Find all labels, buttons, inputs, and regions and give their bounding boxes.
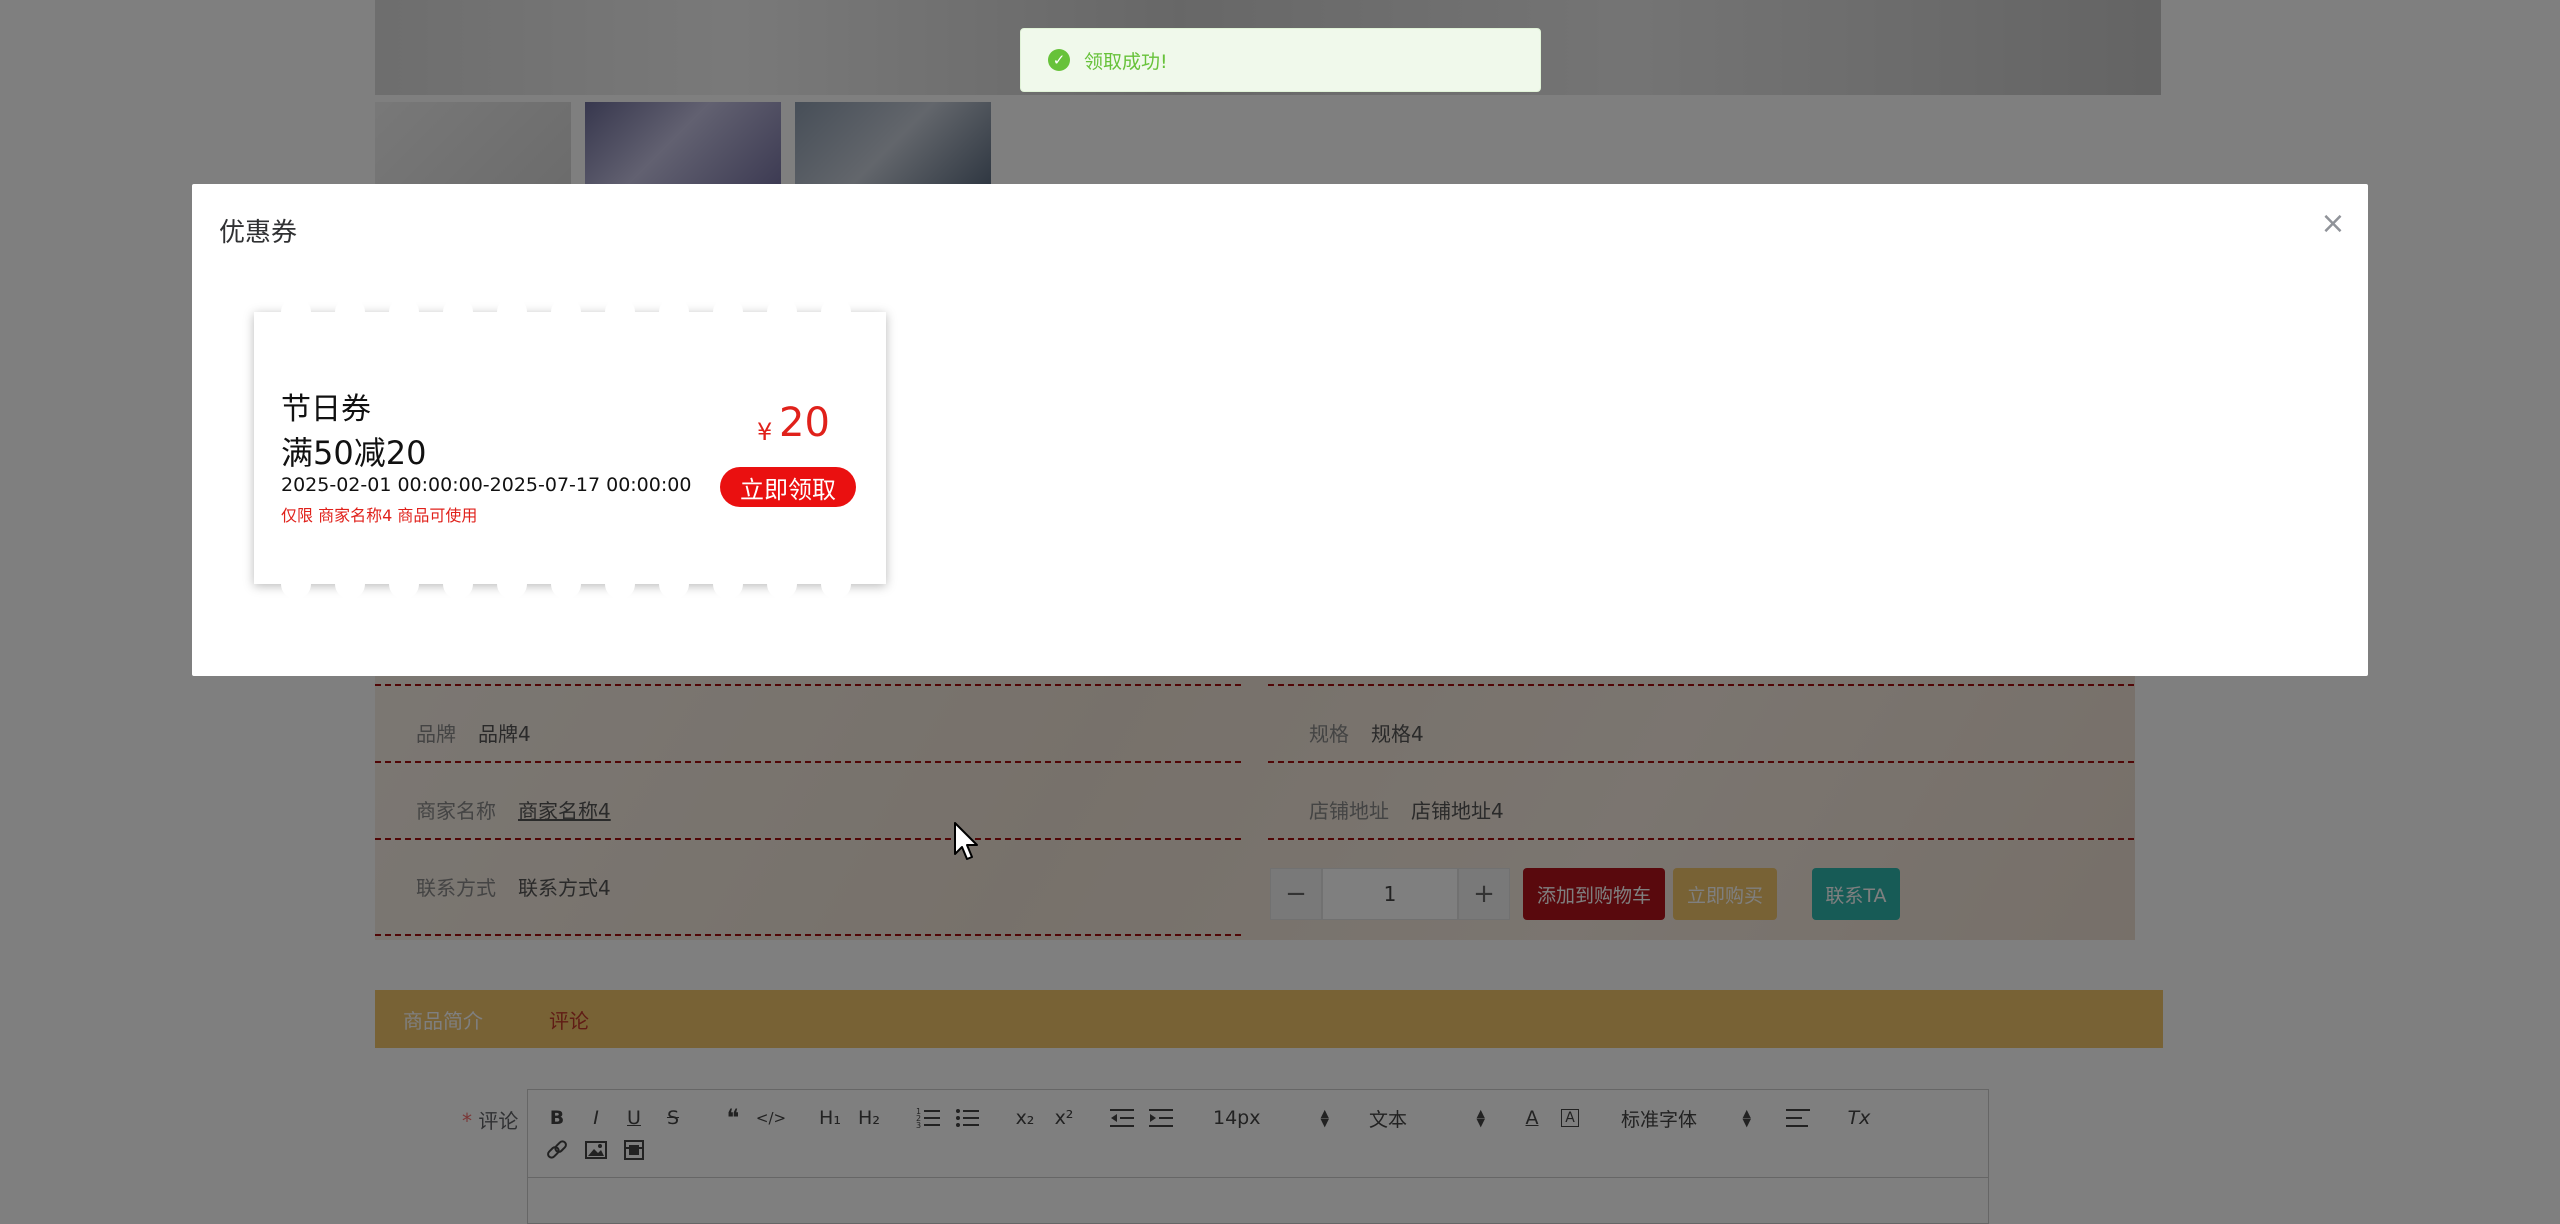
- coupon-notch: [821, 569, 851, 599]
- coupon-notch: [335, 297, 365, 327]
- coupon-notch: [767, 297, 797, 327]
- coupon-notch: [659, 569, 689, 599]
- coupon-notch: [389, 569, 419, 599]
- coupon-restriction: 仅限 商家名称4 商品可使用: [281, 506, 478, 525]
- coupon-rule: 满50减20: [281, 434, 427, 472]
- coupon-currency: ¥: [757, 418, 773, 446]
- coupon-validity: 2025-02-01 00:00:00-2025-07-17 00:00:00: [281, 474, 692, 496]
- coupon-notch: [551, 297, 581, 327]
- coupon-notch: [659, 297, 689, 327]
- mouse-cursor-icon: [954, 822, 980, 866]
- coupon-notch: [605, 569, 635, 599]
- coupon-notch: [605, 297, 635, 327]
- coupon-notch: [551, 569, 581, 599]
- coupon-notch: [497, 297, 527, 327]
- close-icon[interactable]: ×: [2318, 206, 2348, 241]
- coupon-amount: 20: [779, 400, 830, 446]
- success-toast: ✓ 领取成功!: [1020, 28, 1541, 92]
- coupon-notch: [443, 297, 473, 327]
- claim-coupon-button[interactable]: 立即领取: [720, 467, 856, 507]
- coupon-notch: [767, 569, 797, 599]
- success-check-icon: ✓: [1048, 49, 1070, 71]
- coupon-notch: [713, 297, 743, 327]
- toast-message: 领取成功!: [1084, 50, 1168, 73]
- coupon-notch: [443, 569, 473, 599]
- coupon-notch: [497, 569, 527, 599]
- coupon-notch: [335, 569, 365, 599]
- dialog-title: 优惠券: [219, 218, 298, 248]
- coupon-notch: [281, 569, 311, 599]
- coupon-notch: [281, 297, 311, 327]
- coupon-notch: [713, 569, 743, 599]
- coupon-notch: [389, 297, 419, 327]
- coupon-name: 节日券: [281, 392, 371, 427]
- coupon-notch: [821, 297, 851, 327]
